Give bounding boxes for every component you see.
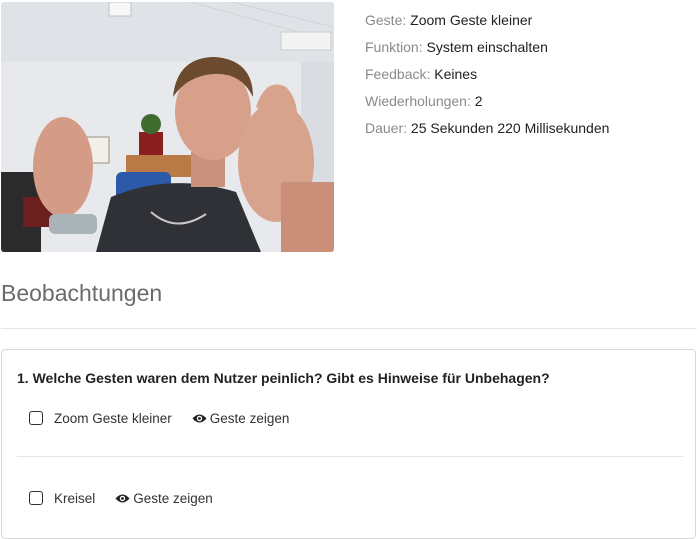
detail-value: Zoom Geste kleiner — [410, 12, 533, 28]
option-row: Kreisel Geste zeigen — [29, 488, 213, 508]
detail-feedback: Feedback: Keines — [365, 61, 609, 88]
detail-label: Funktion: — [365, 39, 423, 55]
question-text: 1. Welche Gesten waren dem Nutzer peinli… — [17, 370, 550, 386]
detail-dauer: Dauer: 25 Sekunden 220 Millisekunden — [365, 115, 609, 142]
section-divider — [1, 328, 697, 329]
detail-value: System einschalten — [426, 39, 548, 55]
show-gesture-link[interactable]: Geste zeigen — [115, 491, 213, 506]
detail-label: Geste: — [365, 12, 407, 28]
option-checkbox[interactable] — [29, 491, 43, 505]
show-gesture-link[interactable]: Geste zeigen — [192, 410, 290, 426]
option-row: Zoom Geste kleiner Geste zeigen — [29, 408, 289, 428]
show-gesture-label: Geste zeigen — [133, 490, 213, 506]
detail-label: Wiederholungen: — [365, 93, 471, 109]
detail-wiederholungen: Wiederholungen: 2 — [365, 88, 609, 115]
option-divider — [17, 456, 683, 457]
detail-label: Feedback: — [365, 66, 431, 82]
option-label[interactable]: Kreisel — [54, 491, 95, 506]
option-checkbox[interactable] — [29, 411, 43, 425]
detail-geste: Geste: Zoom Geste kleiner — [365, 7, 609, 34]
video-frame-image — [1, 2, 334, 252]
gesture-details: Geste: Zoom Geste kleiner Funktion: Syst… — [365, 7, 609, 142]
detail-funktion: Funktion: System einschalten — [365, 34, 609, 61]
show-gesture-label: Geste zeigen — [209, 410, 290, 426]
detail-value: 2 — [474, 93, 483, 109]
option-label[interactable]: Zoom Geste kleiner — [54, 411, 172, 426]
detail-value: Keines — [434, 66, 478, 82]
gesture-video[interactable] — [1, 2, 334, 252]
section-title: Beobachtungen — [1, 280, 163, 306]
question-card: 1. Welche Gesten waren dem Nutzer peinli… — [1, 349, 696, 539]
detail-value: 25 Sekunden 220 Millisekunden — [410, 120, 610, 136]
eye-icon — [192, 414, 207, 422]
eye-icon — [115, 494, 130, 502]
detail-label: Dauer: — [365, 120, 408, 136]
